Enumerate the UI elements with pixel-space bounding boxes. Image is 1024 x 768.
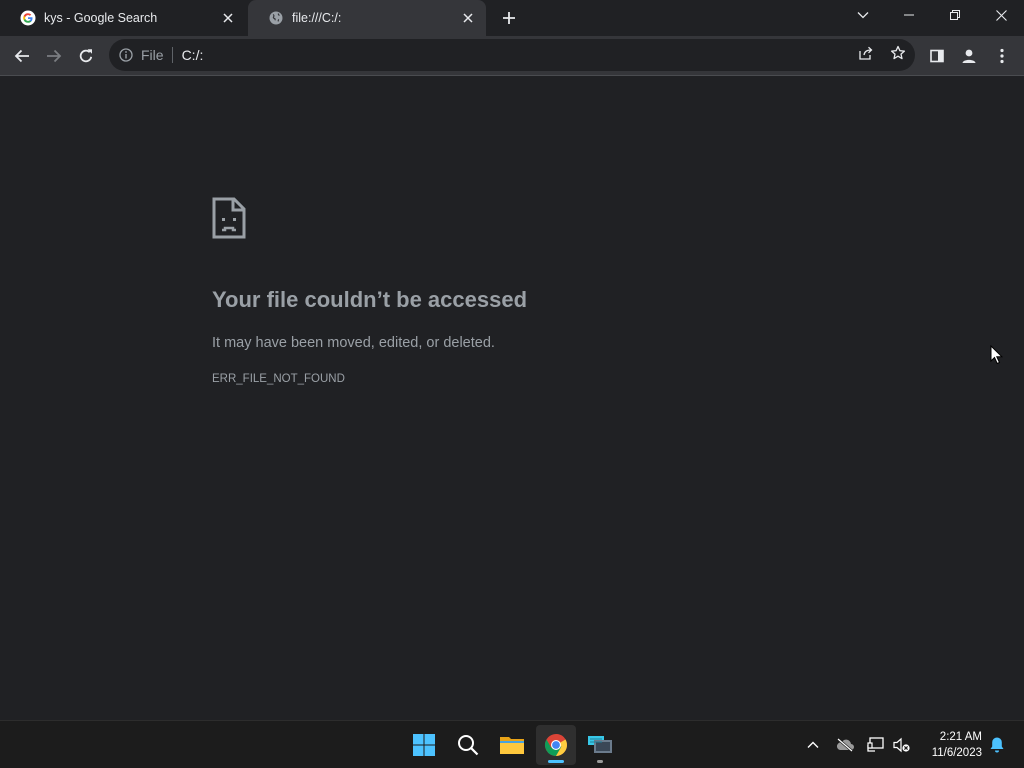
forward-button[interactable] bbox=[38, 40, 70, 72]
share-icon[interactable] bbox=[857, 44, 875, 62]
chevron-up-icon bbox=[807, 741, 819, 748]
google-g-icon bbox=[20, 10, 36, 26]
close-tab-icon[interactable] bbox=[220, 10, 236, 26]
profile-avatar-icon bbox=[962, 49, 976, 63]
start-button[interactable] bbox=[404, 725, 444, 765]
url-text[interactable]: C:/: bbox=[173, 47, 204, 63]
chrome-taskbar-button[interactable] bbox=[536, 725, 576, 765]
tab-title: file:///C:/: bbox=[292, 11, 342, 25]
bookmark-star-icon[interactable] bbox=[889, 44, 907, 62]
reload-button[interactable] bbox=[70, 40, 102, 72]
minimize-button[interactable] bbox=[886, 0, 932, 30]
clock-date: 11/6/2023 bbox=[931, 747, 982, 759]
reload-icon bbox=[79, 49, 93, 63]
plus-icon bbox=[503, 12, 515, 24]
file-explorer-button[interactable] bbox=[492, 725, 532, 765]
kebab-menu-icon bbox=[1000, 48, 1004, 64]
close-tab-icon[interactable] bbox=[460, 10, 476, 26]
system-clock[interactable]: 2:21 AM 11/6/2023 bbox=[920, 729, 982, 761]
close-window-button[interactable] bbox=[978, 0, 1024, 30]
network-icon[interactable] bbox=[866, 735, 886, 755]
volume-muted-icon[interactable] bbox=[892, 735, 912, 755]
minimize-icon bbox=[904, 14, 914, 16]
tab-strip: kys - Google Search file:///C:/: bbox=[0, 0, 1024, 36]
open-app-indicator bbox=[597, 760, 603, 763]
new-tab-button[interactable] bbox=[498, 7, 520, 29]
error-heading: Your file couldn’t be accessed bbox=[212, 287, 528, 312]
browser-toolbar: File C:/: bbox=[0, 36, 1024, 76]
touch-keyboard-button[interactable] bbox=[580, 725, 620, 765]
tab-file[interactable]: file:///C:/: bbox=[248, 0, 486, 36]
active-app-indicator bbox=[548, 760, 564, 763]
touch-keyboard-icon bbox=[588, 736, 612, 753]
clock-time: 2:21 AM bbox=[939, 731, 982, 743]
profile-button[interactable] bbox=[953, 40, 985, 72]
chevron-down-icon bbox=[857, 12, 869, 19]
back-button[interactable] bbox=[6, 40, 38, 72]
tab-title: kys - Google Search bbox=[44, 11, 158, 25]
start-icon bbox=[413, 734, 435, 756]
url-scheme-label: File bbox=[141, 47, 173, 63]
address-bar[interactable]: File C:/: bbox=[109, 39, 915, 71]
menu-button[interactable] bbox=[986, 40, 1018, 72]
onedrive-offline-icon[interactable] bbox=[835, 735, 855, 755]
taskbar: 2:21 AM 11/6/2023 bbox=[0, 720, 1024, 768]
notification-bell-icon[interactable] bbox=[987, 735, 1007, 755]
error-code: ERR_FILE_NOT_FOUND bbox=[212, 373, 345, 385]
info-icon[interactable] bbox=[119, 48, 133, 62]
side-panel-button[interactable] bbox=[921, 40, 953, 72]
taskbar-search-button[interactable] bbox=[448, 725, 488, 765]
error-description: It may have been moved, edited, or delet… bbox=[212, 335, 495, 351]
tab-google-search[interactable]: kys - Google Search bbox=[0, 0, 246, 36]
arrow-left-icon bbox=[14, 49, 29, 63]
restore-button[interactable] bbox=[932, 0, 978, 30]
restore-icon bbox=[950, 10, 960, 20]
side-panel-icon bbox=[930, 49, 944, 63]
page-content: Your file couldn’t be accessed It may ha… bbox=[0, 77, 1024, 720]
mouse-pointer-icon bbox=[990, 344, 1004, 365]
sad-file-icon bbox=[212, 197, 246, 239]
arrow-right-icon bbox=[47, 49, 62, 63]
file-explorer-icon bbox=[500, 737, 524, 754]
tab-search-button[interactable] bbox=[840, 0, 886, 30]
close-icon bbox=[995, 9, 1007, 21]
chrome-icon bbox=[545, 734, 567, 756]
search-icon bbox=[458, 735, 479, 756]
show-hidden-icons-button[interactable] bbox=[803, 735, 823, 755]
globe-icon bbox=[268, 10, 284, 26]
